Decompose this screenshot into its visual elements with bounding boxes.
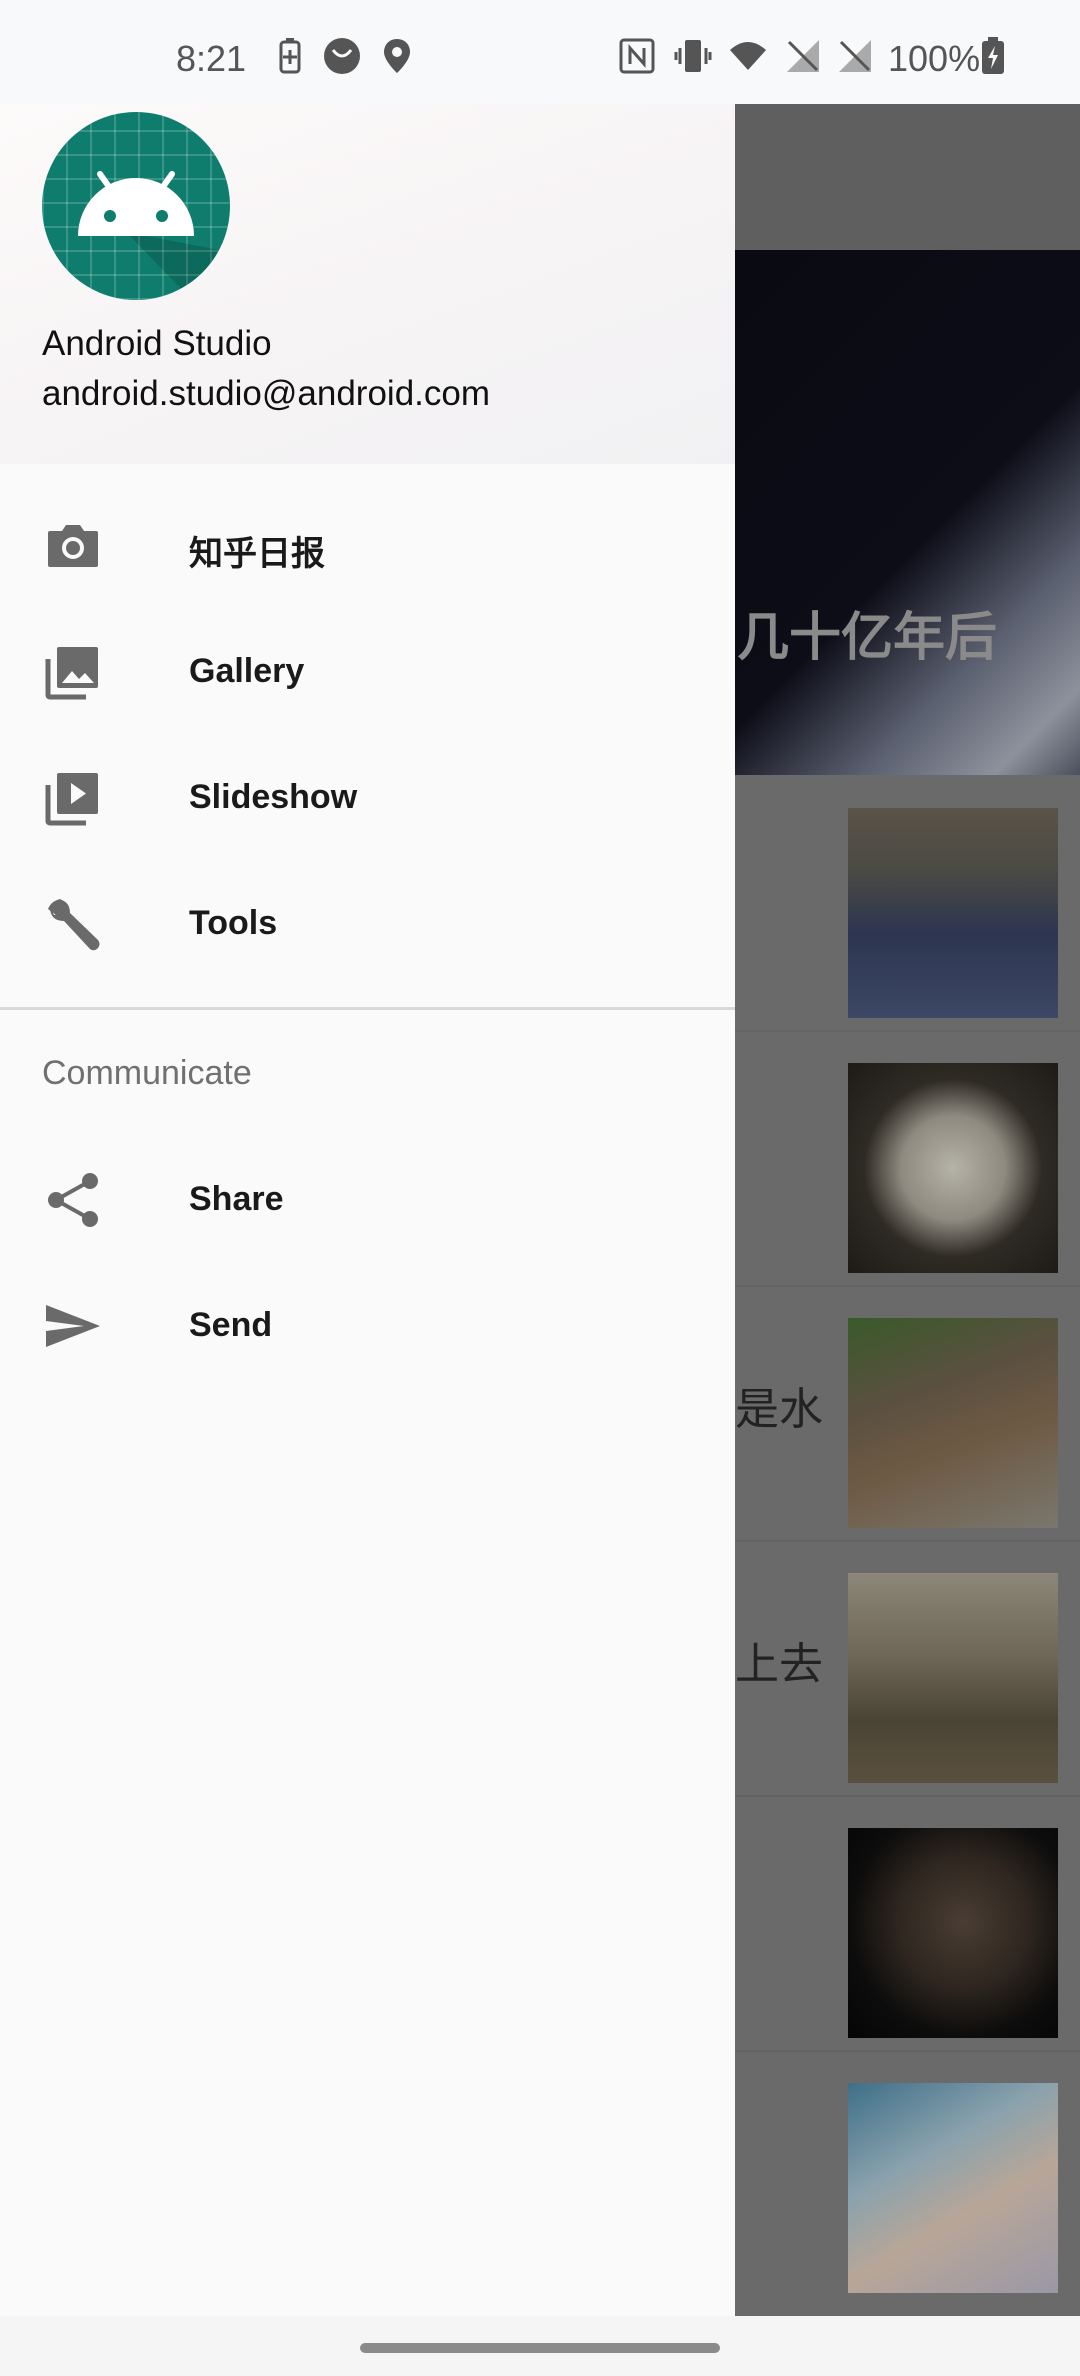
menu-item-gallery[interactable]: Gallery (0, 608, 735, 734)
share-icon (48, 1173, 98, 1227)
battery-percent: 100% (888, 38, 981, 79)
menu-item-label: 知乎日报 (189, 535, 325, 573)
camera-icon (48, 525, 98, 567)
section-header-communicate: Communicate (42, 1054, 252, 1092)
menu-item-label: Gallery (189, 652, 305, 690)
gesture-handle[interactable] (360, 2343, 720, 2353)
list-item-title: 上去 (735, 1640, 823, 1689)
wrench-icon (48, 899, 100, 951)
wifi-icon (730, 42, 766, 70)
nfc-icon (619, 38, 655, 74)
thumbnail-image (848, 808, 1058, 1018)
menu-item-share[interactable]: Share (0, 1136, 735, 1262)
android-robot-icon (78, 171, 230, 300)
background-banner-image: 几十亿年后 (735, 250, 1080, 775)
menu-item-label: Share (189, 1180, 284, 1218)
divider (0, 1007, 735, 1010)
navigation-drawer: Android Studio android.studio@android.co… (0, 104, 735, 2316)
thumbnail-image (848, 1573, 1058, 1783)
no-signal-icon (787, 40, 819, 72)
gallery-icon (45, 647, 98, 700)
menu-item-label: Send (189, 1306, 273, 1344)
drawer-header: Android Studio android.studio@android.co… (0, 104, 735, 464)
user-email: android.studio@android.com (42, 374, 491, 413)
menu-item-label: Slideshow (189, 778, 358, 816)
menu-item-label: Tools (189, 904, 278, 942)
battery-charging-icon (982, 37, 1004, 74)
thumbnail-image (848, 1318, 1058, 1528)
no-signal-icon (839, 40, 871, 72)
thumbnail-image (848, 1063, 1058, 1273)
list-item-title: 是水 (735, 1385, 823, 1434)
vibrate-icon (674, 40, 712, 72)
status-time: 8:21 (176, 38, 247, 79)
status-bar: 8:21 100% (0, 0, 1080, 104)
menu-item-zhihu-daily[interactable]: 知乎日报 (0, 482, 735, 608)
background-app-bar (735, 104, 1080, 250)
avatar[interactable] (42, 112, 230, 300)
menu-item-send[interactable]: Send (0, 1262, 735, 1388)
send-icon (46, 1305, 100, 1347)
location-icon (384, 39, 410, 73)
banner-title: 几十亿年后 (737, 609, 998, 667)
user-name: Android Studio (42, 324, 272, 363)
menu-item-slideshow[interactable]: Slideshow (0, 734, 735, 860)
thumbnail-image (848, 2083, 1058, 2293)
thumbnail-image (848, 1828, 1058, 2038)
slideshow-icon (45, 773, 98, 826)
circle-app-icon (324, 38, 360, 74)
menu-item-tools[interactable]: Tools (0, 860, 735, 986)
battery-saver-icon (279, 38, 301, 74)
